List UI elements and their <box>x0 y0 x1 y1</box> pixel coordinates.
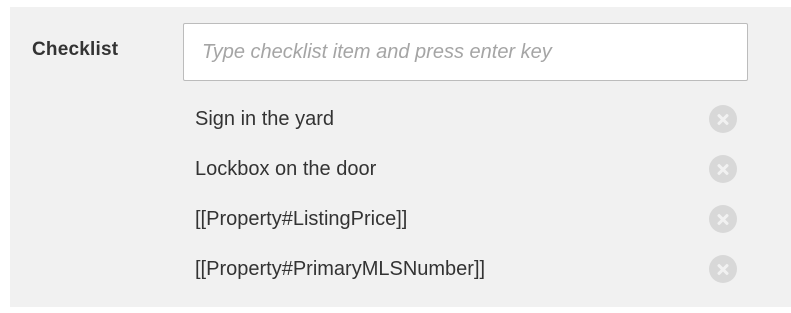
checklist-item: [[Property#ListingPrice]] <box>195 194 750 244</box>
close-circle-icon[interactable] <box>709 255 737 283</box>
checklist-items: Sign in the yard Lockbox on the door [[P… <box>195 94 750 294</box>
close-circle-icon[interactable] <box>709 205 737 233</box>
checklist-item-text: [[Property#PrimaryMLSNumber]] <box>195 257 486 280</box>
checklist-item-text: [[Property#ListingPrice]] <box>195 207 408 230</box>
checklist-item: Lockbox on the door <box>195 144 750 194</box>
checklist-item: [[Property#PrimaryMLSNumber]] <box>195 244 750 294</box>
checklist-item-input[interactable] <box>183 23 748 81</box>
close-circle-icon[interactable] <box>709 155 737 183</box>
checklist-label: Checklist <box>32 39 119 60</box>
checklist-item-text: Sign in the yard <box>195 107 334 130</box>
close-circle-icon[interactable] <box>709 105 737 133</box>
checklist-panel: Checklist Sign in the yard Lockbox on th… <box>10 7 791 307</box>
checklist-item-text: Lockbox on the door <box>195 157 377 180</box>
checklist-item: Sign in the yard <box>195 94 750 144</box>
